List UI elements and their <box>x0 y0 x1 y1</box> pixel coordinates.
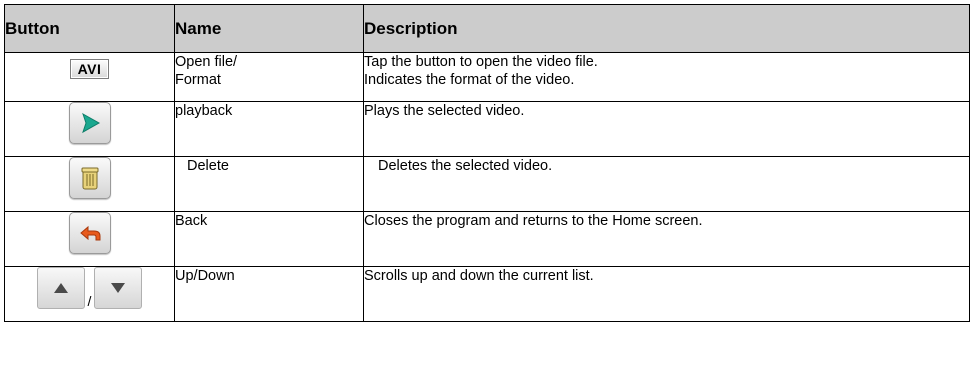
name-cell: Up/Down <box>174 266 364 322</box>
name-cell: Delete <box>174 156 364 212</box>
play-icon <box>68 102 111 144</box>
avi-format-icon: AVI <box>69 59 110 79</box>
table-row: Delete Deletes the selected video. <box>4 156 970 212</box>
back-arrow-icon-graphic <box>79 225 100 241</box>
description-cell: Deletes the selected video. <box>363 156 970 212</box>
description-line: Indicates the format of the video. <box>364 72 575 88</box>
name-cell: playback <box>174 101 364 157</box>
button-cell: / <box>4 266 175 322</box>
button-cell <box>4 156 175 212</box>
button-cell <box>4 101 175 157</box>
button-reference-table: Button Name Description AVI Open file/ F… <box>4 4 970 322</box>
table-row: Back Closes the program and returns to t… <box>4 211 970 267</box>
column-header-description: Description <box>363 4 970 53</box>
button-cell: AVI <box>4 52 175 102</box>
up-arrow-icon-graphic <box>53 283 68 293</box>
table-row: / Up/Down Scrolls up and down the curren… <box>4 266 970 322</box>
name-cell: Open file/ Format <box>174 52 364 102</box>
description-cell: Scrolls up and down the current list. <box>363 266 970 322</box>
back-arrow-icon <box>68 212 111 254</box>
trash-icon-graphic <box>81 167 98 190</box>
column-header-button: Button <box>4 4 175 53</box>
table-row: AVI Open file/ Format Tap the button to … <box>4 52 970 102</box>
icon-separator: / <box>87 293 92 309</box>
up-arrow-icon <box>36 267 85 309</box>
column-header-name: Name <box>174 4 364 53</box>
name-line: Format <box>175 72 221 88</box>
description-cell: Plays the selected video. <box>363 101 970 157</box>
trash-icon <box>68 157 111 199</box>
name-cell: Back <box>174 211 364 267</box>
button-cell <box>4 211 175 267</box>
down-arrow-icon-graphic <box>111 283 126 293</box>
description-cell: Closes the program and returns to the Ho… <box>363 211 970 267</box>
down-arrow-icon <box>94 267 143 309</box>
name-line: Open file/ <box>175 54 238 70</box>
table-header-row: Button Name Description <box>4 4 970 53</box>
table-row: playback Plays the selected video. <box>4 101 970 157</box>
description-cell: Tap the button to open the video file. I… <box>363 52 970 102</box>
play-icon-graphic <box>81 112 100 134</box>
description-line: Tap the button to open the video file. <box>364 54 598 70</box>
